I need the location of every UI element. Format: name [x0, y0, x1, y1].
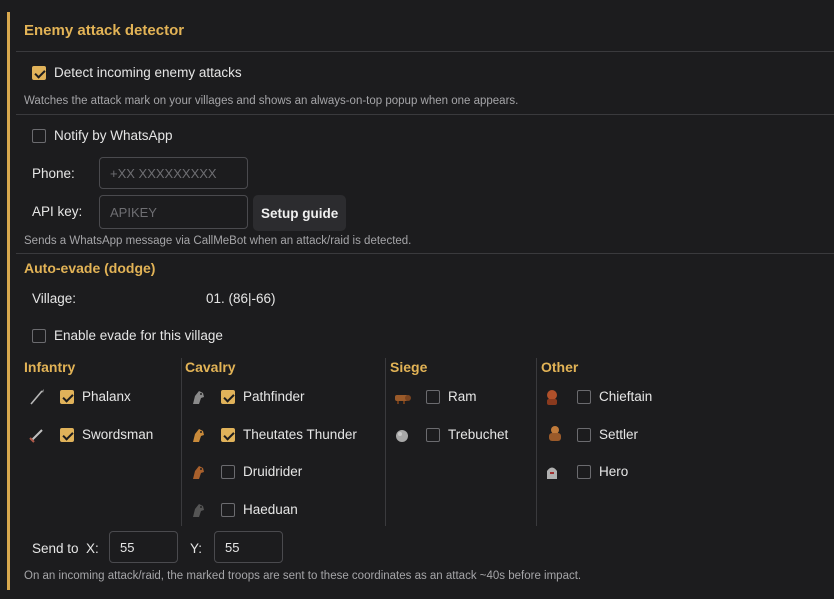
column-divider [536, 358, 537, 526]
settings-panel: Enemy attack detector Detect incoming en… [16, 0, 834, 599]
spear-icon [28, 388, 46, 406]
troop-checkbox-druidrider[interactable] [221, 465, 235, 479]
enable-evade-label[interactable]: Enable evade for this village [54, 328, 223, 343]
siege-title: Siege [390, 359, 428, 375]
infantry-title: Infantry [24, 359, 76, 375]
ram-icon [393, 389, 411, 407]
setup-guide-button[interactable]: Setup guide [253, 195, 347, 231]
troop-checkbox-trebuchet[interactable] [426, 428, 440, 442]
troop-checkbox-hero[interactable] [577, 465, 591, 479]
settler-icon [546, 424, 564, 442]
column-divider [385, 358, 386, 526]
whatsapp-description: Sends a WhatsApp message via CallMeBot w… [24, 235, 412, 247]
send-to-x-label: Send to X: [32, 541, 99, 556]
target-y-input[interactable] [214, 531, 283, 563]
troop-checkbox-swordsman[interactable] [60, 428, 74, 442]
detect-description: Watches the attack mark on your villages… [24, 95, 519, 107]
troop-checkbox-chieftain[interactable] [577, 390, 591, 404]
target-y-label: Y: [190, 541, 203, 556]
detector-title: Enemy attack detector [24, 22, 185, 39]
troop-label-chieftain[interactable]: Chieftain [599, 389, 652, 404]
stone-icon [393, 427, 411, 445]
evade-description: On an incoming attack/raid, the marked t… [24, 570, 582, 582]
notify-whatsapp-label[interactable]: Notify by WhatsApp [54, 128, 173, 143]
detect-attacks-label[interactable]: Detect incoming enemy attacks [54, 65, 242, 80]
troop-label-pathfinder[interactable]: Pathfinder [243, 389, 305, 404]
divider [16, 114, 834, 115]
phone-input[interactable] [99, 157, 248, 189]
troop-label-swordsman[interactable]: Swordsman [82, 427, 153, 442]
evade-title: Auto-evade (dodge) [24, 260, 156, 276]
notify-whatsapp-checkbox[interactable] [32, 129, 46, 143]
other-title: Other [541, 359, 579, 375]
phone-label: Phone: [32, 166, 75, 181]
troop-label-ram[interactable]: Ram [448, 389, 477, 404]
troop-checkbox-pathfinder[interactable] [221, 390, 235, 404]
troop-label-druidrider[interactable]: Druidrider [243, 464, 302, 479]
troop-label-hero[interactable]: Hero [599, 464, 628, 479]
troop-label-theutates-thunder[interactable]: Theutates Thunder [243, 427, 357, 442]
horse-icon [189, 388, 207, 406]
troop-checkbox-theutates-thunder[interactable] [221, 428, 235, 442]
troop-label-phalanx[interactable]: Phalanx [82, 389, 131, 404]
troop-checkbox-haeduan[interactable] [221, 503, 235, 517]
target-x-input[interactable] [109, 531, 178, 563]
sword-icon [28, 426, 46, 444]
horse-icon [189, 463, 207, 481]
village-label: Village: [32, 291, 77, 306]
horse-icon [189, 426, 207, 444]
horse-icon [189, 501, 207, 519]
api-key-input[interactable] [99, 195, 248, 229]
troop-label-trebuchet[interactable]: Trebuchet [448, 427, 508, 442]
detect-attacks-checkbox[interactable] [32, 66, 46, 80]
enable-evade-checkbox[interactable] [32, 329, 46, 343]
troop-label-haeduan[interactable]: Haeduan [243, 502, 298, 517]
troop-label-settler[interactable]: Settler [599, 427, 638, 442]
chieftain-icon [543, 388, 561, 406]
divider [16, 51, 834, 52]
troop-checkbox-phalanx[interactable] [60, 390, 74, 404]
troop-checkbox-ram[interactable] [426, 390, 440, 404]
column-divider [181, 358, 182, 526]
cavalry-title: Cavalry [185, 359, 236, 375]
api-key-label: API key: [32, 204, 83, 219]
troop-checkbox-settler[interactable] [577, 428, 591, 442]
hero-icon [543, 463, 561, 481]
divider [16, 253, 834, 254]
village-value: 01. (86|-66) [206, 291, 276, 306]
section-accent-bar [7, 12, 10, 590]
